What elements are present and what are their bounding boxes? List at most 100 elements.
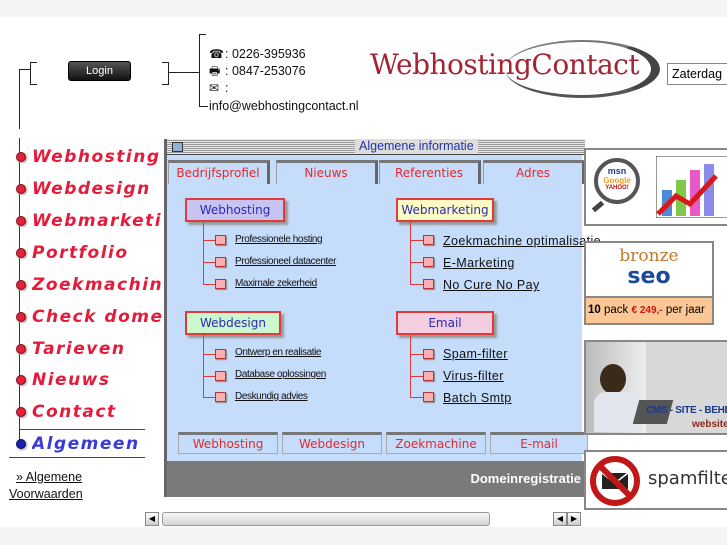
msn-logo: msn bbox=[607, 166, 627, 176]
link-professionele-hosting[interactable]: Professionele hosting bbox=[235, 234, 323, 245]
category-webhosting[interactable]: Webhosting bbox=[185, 198, 285, 222]
nav-item-webhosting[interactable]: Webhosting bbox=[16, 146, 162, 168]
bronze-text: bronze bbox=[619, 246, 679, 266]
ad-bronze-seo[interactable]: bronze seo 10 pack € 249,- per jaar bbox=[584, 241, 714, 325]
category-email[interactable]: Email bbox=[396, 311, 494, 335]
tab-bottom-email[interactable]: E-mail bbox=[490, 432, 588, 454]
bullet-square-icon bbox=[423, 349, 434, 359]
link-virus-filter[interactable]: Virus-filter bbox=[443, 369, 504, 383]
link-no-cure-no-pay[interactable]: No Cure No Pay bbox=[443, 278, 540, 292]
mail-row: ✉: bbox=[209, 80, 228, 96]
tab-referenties[interactable]: Referenties bbox=[379, 160, 481, 184]
tab-bedrijfsprofiel[interactable]: Bedrijfsprofiel bbox=[168, 160, 270, 184]
no-spam-icon bbox=[590, 456, 640, 506]
pack-count: 10 bbox=[588, 304, 601, 316]
tree-line bbox=[410, 354, 424, 355]
category-webdesign[interactable]: Webdesign bbox=[185, 311, 281, 335]
nav-label: Portfolio bbox=[32, 243, 129, 263]
scroll-right-icon[interactable]: ▶ bbox=[567, 512, 581, 526]
link-e-marketing[interactable]: E-Marketing bbox=[443, 256, 515, 270]
google-logo: Google bbox=[603, 176, 631, 185]
link-deskundig-advies[interactable]: Deskundig advies bbox=[235, 391, 308, 402]
magnifier-handle bbox=[591, 200, 605, 213]
bronze-price: 10 pack € 249,- per jaar bbox=[586, 296, 712, 323]
horizontal-scrollbar[interactable]: ◀ ◀ ▶ bbox=[145, 512, 581, 526]
nav-label: Webdesign bbox=[32, 179, 151, 199]
category-webmarketing[interactable]: Webmarketing bbox=[396, 198, 494, 222]
nav-label: Check domein bbox=[32, 307, 162, 327]
scroll-left-icon[interactable]: ◀ bbox=[145, 512, 159, 526]
tab-bottom-zoekmachine[interactable]: Zoekmachine bbox=[386, 432, 486, 454]
info-panel: Algemene informatie Bedrijfsprofiel Nieu… bbox=[164, 139, 601, 497]
fax-row: 🖶: 0847-253076 bbox=[209, 63, 306, 79]
panel-title: Algemene informatie bbox=[355, 139, 478, 154]
login-button[interactable]: Login bbox=[68, 61, 131, 81]
cms-subtitle: websites bbox=[692, 419, 727, 430]
domeinregistratie-link[interactable]: Domeinregistratie bbox=[470, 471, 581, 486]
connector-line bbox=[19, 69, 20, 129]
bracket-line bbox=[199, 106, 208, 107]
bracket-line bbox=[30, 62, 31, 84]
nav-label: Zoekmachine bbox=[32, 275, 162, 295]
ad-spamfilter[interactable]: spamfilter bbox=[584, 450, 727, 510]
nav-item-webdesign[interactable]: Webdesign bbox=[16, 178, 162, 200]
bullet-icon bbox=[16, 184, 26, 194]
nav-label: Nieuws bbox=[32, 370, 111, 390]
ad-seo-search[interactable]: msn Google YAHOO! bbox=[584, 148, 727, 226]
panel-titlebar: Algemene informatie bbox=[167, 139, 585, 155]
nav-item-zoekmachine[interactable]: Zoekmachine bbox=[16, 274, 162, 296]
nav-label: Webhosting bbox=[32, 147, 161, 167]
scroll-left-icon[interactable]: ◀ bbox=[553, 512, 567, 526]
bracket-line bbox=[199, 34, 200, 107]
tree-line bbox=[410, 376, 424, 377]
date-field[interactable]: Zaterdag bbox=[667, 63, 727, 85]
bracket-line bbox=[30, 62, 37, 63]
tab-adres[interactable]: Adres bbox=[483, 160, 585, 184]
bullet-icon bbox=[16, 312, 26, 322]
pack-period: per jaar bbox=[665, 304, 705, 316]
bracket-line bbox=[30, 84, 37, 85]
tab-bottom-webdesign[interactable]: Webdesign bbox=[282, 432, 382, 454]
nav-item-contact[interactable]: Contact bbox=[16, 401, 162, 423]
person-figure bbox=[600, 364, 626, 394]
site-logo[interactable]: WebhostingContact bbox=[370, 48, 640, 81]
algemene-voorwaarden-link[interactable]: » Algemene Voorwaarden bbox=[9, 469, 83, 503]
tab-nieuws[interactable]: Nieuws bbox=[276, 160, 378, 184]
link-ontwerp-realisatie[interactable]: Ontwerp en realisatie bbox=[235, 347, 321, 358]
cms-title: CMS - SITE - BEHEER bbox=[646, 405, 727, 416]
ad-cms-site-beheer[interactable]: CMS - SITE - BEHEER websites bbox=[584, 340, 727, 435]
nav-label: Contact bbox=[32, 402, 117, 422]
nav-item-algemeen[interactable]: Algemeen bbox=[16, 433, 162, 455]
bracket-line bbox=[162, 62, 169, 63]
link-maximale-zekerheid[interactable]: Maximale zekerheid bbox=[235, 278, 317, 289]
connector-line bbox=[19, 69, 30, 70]
nav-label: Tarieven bbox=[32, 339, 126, 359]
nav-label: Algemeen bbox=[32, 434, 140, 454]
window-box-icon[interactable] bbox=[172, 142, 183, 152]
growth-chart-icon bbox=[656, 156, 727, 218]
bullet-icon bbox=[16, 375, 26, 385]
nav-item-tarieven[interactable]: Tarieven bbox=[16, 338, 162, 360]
link-professioneel-datacenter[interactable]: Professioneel datacenter bbox=[235, 256, 336, 267]
nav-item-nieuws[interactable]: Nieuws bbox=[16, 369, 162, 391]
nav-item-check-domein[interactable]: Check domein bbox=[16, 306, 162, 328]
bullet-icon bbox=[16, 216, 26, 226]
nav-item-webmarketing[interactable]: Webmarketing bbox=[16, 210, 162, 232]
link-spam-filter[interactable]: Spam-filter bbox=[443, 347, 508, 361]
bottom-bar bbox=[0, 527, 727, 545]
bullet-square-icon bbox=[423, 392, 434, 402]
tab-bottom-webhosting[interactable]: Webhosting bbox=[178, 432, 278, 454]
scroll-thumb[interactable] bbox=[162, 512, 490, 526]
bracket-line bbox=[162, 84, 169, 85]
link-zoekmachine-optimalisatie[interactable]: Zoekmachine optimalisatie bbox=[443, 234, 601, 248]
bullet-square-icon bbox=[423, 371, 434, 381]
link-database-oplossingen[interactable]: Database oplossingen bbox=[235, 369, 326, 380]
fax-icon: 🖶 bbox=[209, 64, 221, 78]
link-batch-smtp[interactable]: Batch Smtp bbox=[443, 391, 512, 405]
bullet-icon bbox=[16, 152, 26, 162]
tree-line bbox=[410, 397, 424, 398]
bullet-icon bbox=[16, 280, 26, 290]
link-line-2: Voorwaarden bbox=[9, 487, 83, 501]
email-link[interactable]: info@webhostingcontact.nl bbox=[209, 98, 359, 114]
nav-item-portfolio[interactable]: Portfolio bbox=[16, 242, 162, 264]
